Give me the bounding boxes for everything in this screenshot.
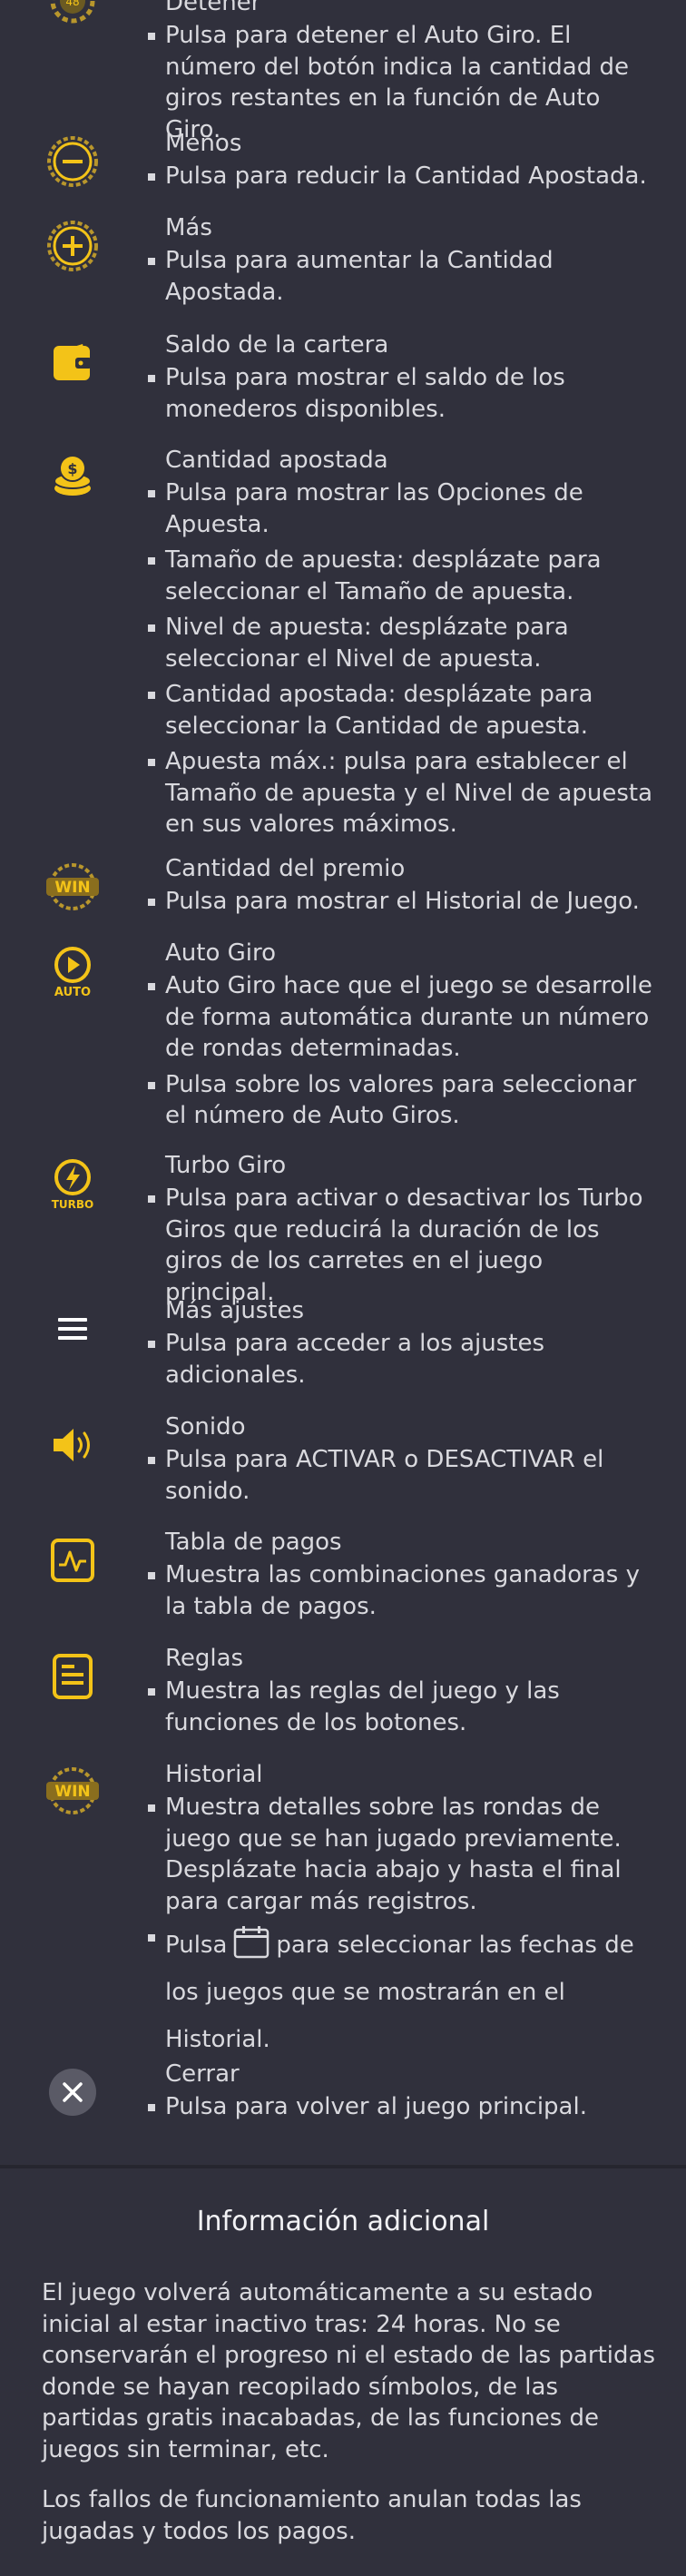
menu-icon — [41, 1297, 104, 1361]
turbo-icon: TURBO — [41, 1152, 104, 1215]
additional-info-title: Información adicional — [196, 2206, 490, 2237]
svg-text:TURBO: TURBO — [52, 1198, 94, 1211]
win-icon: WIN — [41, 855, 104, 919]
stop-autospin-icon: 48 — [41, 0, 104, 33]
item-bullet: Pulsa para aumentar la Cantidad Apostada… — [148, 245, 655, 308]
item-bullet: Muestra detalles sobre las rondas de jue… — [148, 1792, 655, 1917]
item-bullet: Pulsa para mostrar las Opciones de Apues… — [148, 477, 655, 540]
wallet-icon — [41, 331, 104, 395]
item-bullet: Pulsa para acceder a los ajustes adicion… — [148, 1328, 655, 1391]
item-bullet: Pulsa para mostrar el Historial de Juego… — [148, 886, 655, 918]
item-title: Saldo de la cartera — [165, 331, 389, 359]
svg-text:WIN: WIN — [54, 1783, 90, 1801]
item-title: Más — [165, 214, 212, 241]
item-bullet: Pulsa para ACTIVAR o DESACTIVAR el sonid… — [148, 1444, 655, 1507]
item-bullet: Pulsa sobre los valores para seleccionar… — [148, 1069, 655, 1132]
calendar-icon — [232, 1925, 270, 1960]
auto-icon: AUTO — [41, 939, 104, 1003]
item-title: Cantidad apostada — [165, 447, 388, 474]
item-title: Auto Giro — [165, 939, 277, 967]
item-bullet: Cantidad apostada: desplázate para selec… — [148, 679, 655, 742]
item-bullet: Pulsa para volver al juego principal. — [148, 2091, 655, 2123]
item-title: Tabla de pagos — [165, 1529, 342, 1556]
item-title: Cerrar — [165, 2060, 240, 2088]
item-title: Reglas — [165, 1645, 244, 1672]
item-title: Cantidad del premio — [165, 855, 406, 882]
item-title: Turbo Giro — [165, 1152, 287, 1179]
coins-icon: $ — [41, 447, 104, 510]
additional-info-paragraph: Los fallos de funcionamiento anulan toda… — [42, 2486, 582, 2545]
minus-icon — [41, 130, 104, 193]
item-title: Menos — [165, 130, 242, 157]
item-bullet: Muestra las reglas del juego y las funci… — [148, 1676, 655, 1738]
svg-text:AUTO: AUTO — [54, 986, 91, 999]
svg-text:$: $ — [67, 460, 77, 477]
additional-info-paragraph: El juego volverá automáticamente a su es… — [42, 2279, 655, 2463]
item-bullet: Pulsa para detener el Auto Giro. El núme… — [148, 20, 655, 145]
svg-text:48: 48 — [65, 0, 79, 8]
item-bullet: Pulsa para mostrar el saldo de los moned… — [148, 362, 655, 425]
plus-icon — [41, 214, 104, 278]
svg-text:WIN: WIN — [54, 879, 90, 897]
rules-icon — [41, 1645, 104, 1708]
item-bullet: Apuesta máx.: pulsa para establecer el T… — [148, 746, 655, 841]
item-title: Más ajustes — [165, 1297, 305, 1324]
section-divider — [0, 2165, 686, 2168]
close-icon — [41, 2060, 104, 2124]
item-bullet: Muestra las combinaciones ganadoras y la… — [148, 1559, 655, 1622]
history-icon: WIN — [41, 1759, 104, 1823]
sound-icon — [41, 1413, 104, 1477]
item-bullet-calendar: Pulsa para seleccionar las fechas de los … — [148, 1922, 655, 2063]
item-title: Detener — [165, 0, 261, 16]
item-bullet: Nivel de apuesta: desplázate para selecc… — [148, 612, 655, 674]
item-bullet: Pulsa para reducir la Cantidad Apostada. — [148, 161, 655, 192]
item-title: Historial — [165, 1761, 263, 1788]
item-bullet: Pulsa para activar o desactivar los Turb… — [148, 1183, 655, 1308]
paytable-icon — [41, 1529, 104, 1592]
item-bullet: Tamaño de apuesta: desplázate para selec… — [148, 545, 655, 607]
item-bullet: Auto Giro hace que el juego se desarroll… — [148, 970, 655, 1065]
item-title: Sonido — [165, 1413, 246, 1440]
